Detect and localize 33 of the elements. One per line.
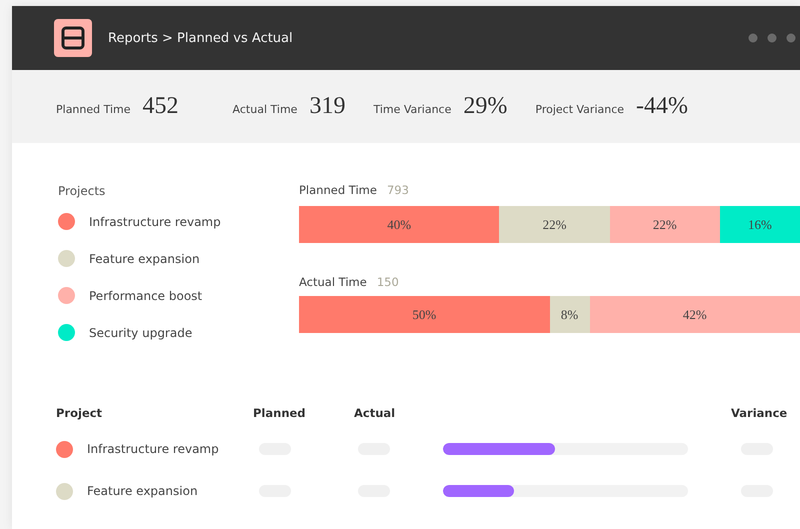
legend-label: Infrastructure revamp: [89, 214, 221, 228]
bar-segment: 40%: [299, 206, 500, 243]
stat-label: Actual Time: [232, 103, 298, 116]
column-header: Variance: [731, 406, 788, 420]
bar-segment: 8%: [550, 296, 590, 333]
bar-label: Planned Time: [299, 183, 377, 197]
column-header: Planned: [253, 406, 307, 420]
more-icon[interactable]: [748, 33, 796, 43]
bar-label: Actual Time: [299, 275, 367, 289]
bar-total: 793: [386, 183, 409, 197]
bar-total: 150: [376, 275, 399, 289]
stat-label: Planned Time: [56, 103, 131, 116]
legend-label: Performance boost: [89, 288, 202, 302]
logo-icon: [54, 19, 92, 57]
breadcrumb: Reports > Planned vs Actual: [108, 30, 294, 46]
stat-label: Project Variance: [535, 103, 624, 116]
stat-label: Time Variance: [373, 103, 452, 116]
stat-value: 29%: [463, 93, 508, 120]
bar-segment: 22%: [610, 206, 720, 243]
bar-segment: 22%: [499, 206, 610, 243]
bar-segment: 50%: [299, 296, 550, 333]
bar-segment: 42%: [590, 296, 800, 333]
project-name: Infrastructure revamp: [87, 442, 219, 456]
column-header: Project: [56, 406, 104, 420]
legend-label: Feature expansion: [89, 252, 200, 266]
legend-title: Projects: [58, 183, 106, 200]
legend-label: Security upgrade: [89, 326, 192, 340]
column-header: Actual: [354, 406, 396, 420]
stat-value: 452: [142, 93, 179, 120]
stat-value: -44%: [636, 93, 688, 120]
project-name: Feature expansion: [87, 484, 198, 498]
stat-value: 319: [309, 93, 346, 120]
bar-segment: 16%: [720, 206, 800, 243]
